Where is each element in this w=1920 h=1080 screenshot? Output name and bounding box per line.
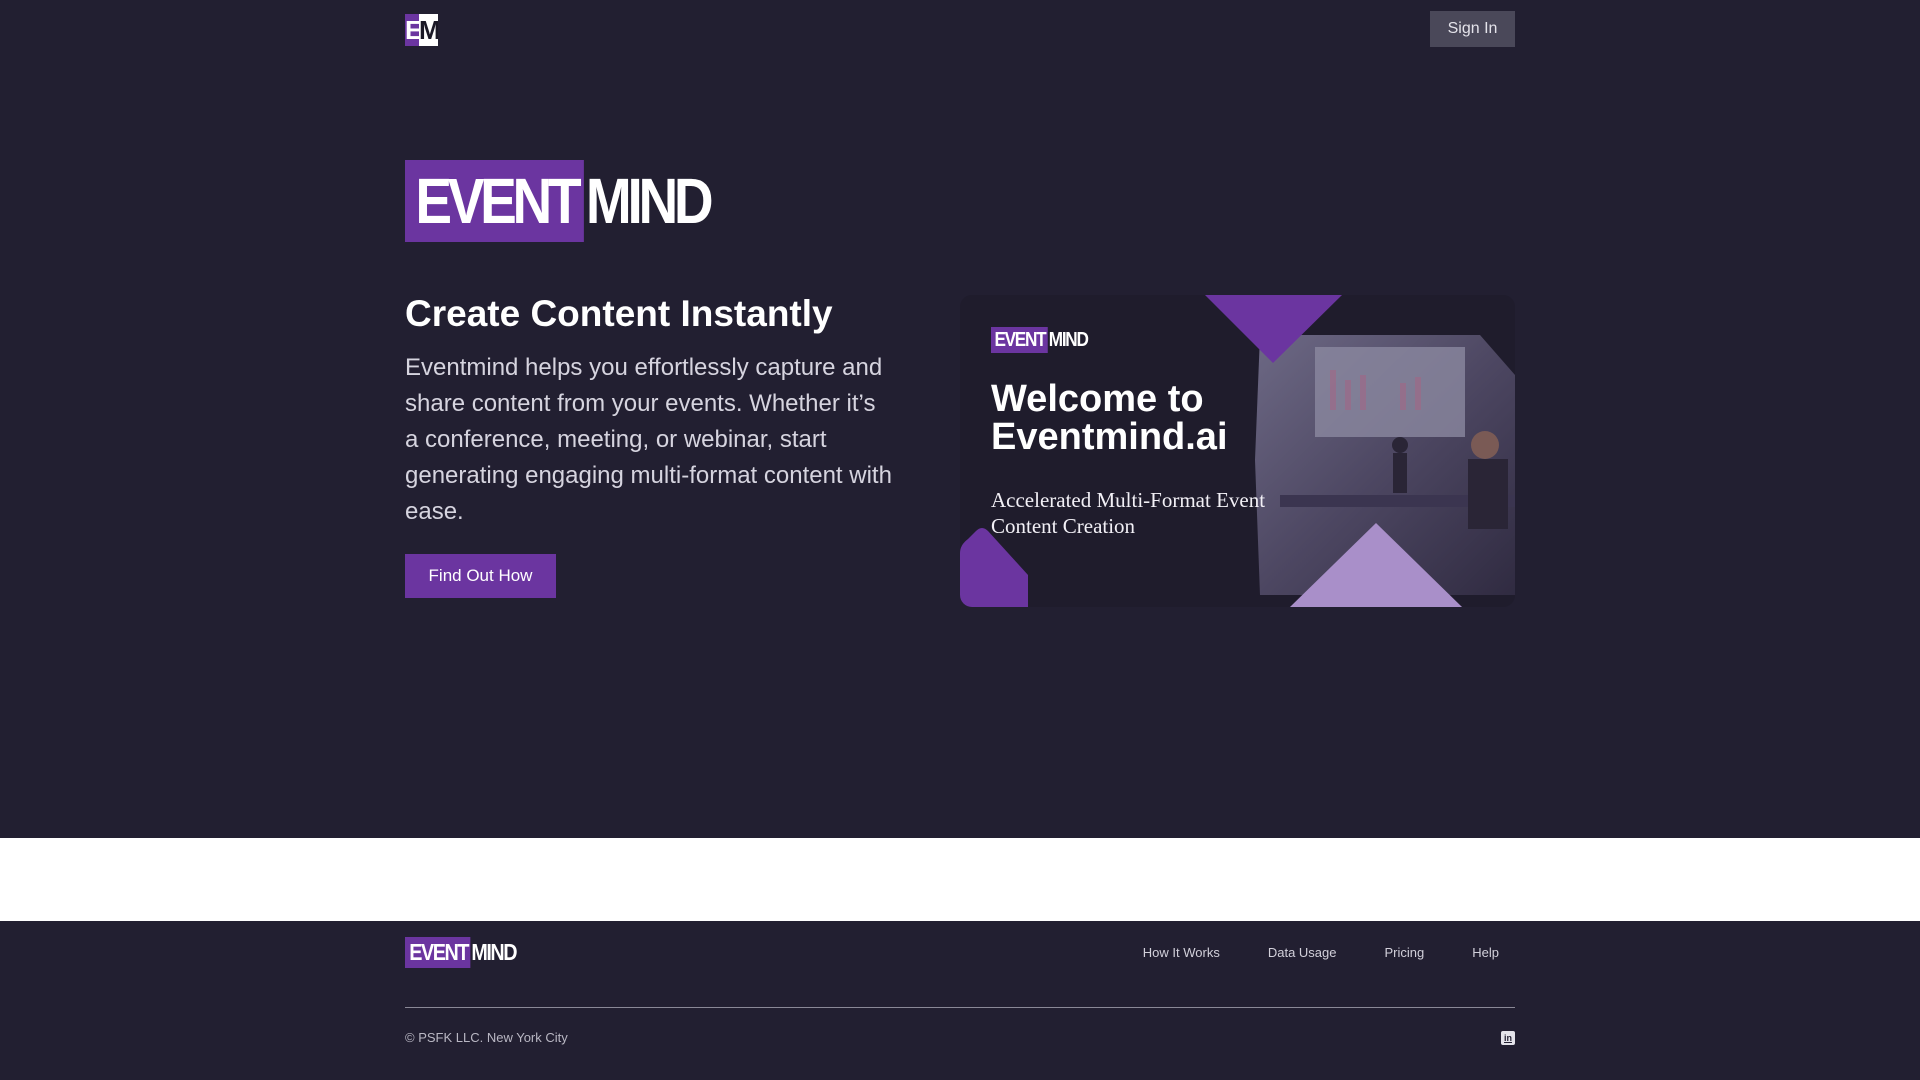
banner-subtitle: Accelerated Multi-Format Event Content C… [991,488,1266,538]
landing-page: E M Sign In EVENT MIND Create Content In… [0,0,1920,1080]
banner-corner-shape [960,528,1028,607]
find-out-how-button[interactable]: Find Out How [405,554,556,598]
hero-title: Create Content Instantly [405,293,833,334]
white-band [0,838,1920,921]
banner-logo-mind: MIND [1048,329,1089,351]
copyright-text: © PSFK LLC. New York City [405,1030,568,1045]
em-logo-mark[interactable]: E M [405,14,438,46]
footer: EVENT MIND How It Works Data Usage Prici… [0,921,1920,1080]
footer-link-pricing[interactable]: Pricing [1369,943,1441,963]
banner-logo-event: EVENT [991,327,1048,353]
footer-nav: How It Works Data Usage Pricing Help [1111,943,1515,963]
hero-eventmind-logo: EVENT MIND [405,160,714,242]
footer-logo-event: EVENT [405,937,471,968]
banner-eventmind-logo: EVENT MIND [991,327,1089,353]
banner-title: Welcome to Eventmind.ai [991,378,1228,458]
footer-divider [405,1007,1515,1008]
sign-in-button[interactable]: Sign In [1430,11,1515,47]
footer-link-how-it-works[interactable]: How It Works [1127,943,1236,963]
hero-logo-mind: MIND [585,165,714,237]
welcome-banner: EVENT MIND Welcome to Eventmind.ai Accel… [960,295,1515,607]
em-logo-m: M [419,14,438,46]
footer-eventmind-logo[interactable]: EVENT MIND [405,937,518,968]
top-bar: E M Sign In [0,0,1920,60]
em-logo-e: E [405,14,419,46]
footer-logo-mind: MIND [471,939,517,965]
hero-description: Eventmind helps you effortlessly capture… [405,354,892,525]
footer-link-help[interactable]: Help [1456,943,1515,963]
linkedin-icon[interactable]: in [1501,1031,1515,1045]
hero-logo-event: EVENT [405,160,585,242]
footer-link-data-usage[interactable]: Data Usage [1252,943,1353,963]
